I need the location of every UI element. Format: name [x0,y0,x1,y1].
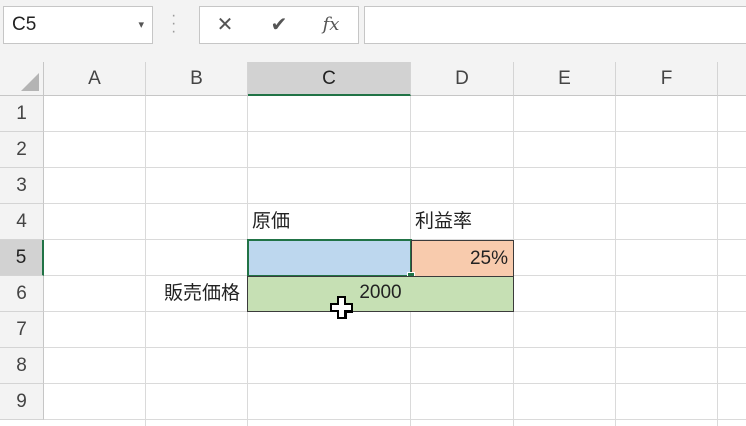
cell-d4[interactable]: 利益率 [413,204,513,240]
row-header-1[interactable]: 1 [0,96,44,132]
column-header-b[interactable]: B [146,62,248,96]
row-header-2[interactable]: 2 [0,132,44,168]
cell-d5[interactable]: 25% [411,240,514,277]
row-header-5[interactable]: 5 [0,240,44,276]
column-header-c[interactable]: C [248,62,411,96]
grid-line [44,347,746,348]
column-header-g[interactable] [718,62,746,96]
column-header-e[interactable]: E [514,62,616,96]
cell-c6-d6-merged[interactable]: 2000 [247,276,514,312]
grid-line [44,167,746,168]
row-header-6[interactable]: 6 [0,276,44,312]
formula-bar-area: C5 ▾ · · · ✕ ✔ fx [0,0,746,62]
grid-line [44,383,746,384]
grid-line [717,96,718,426]
plus-cursor-icon [330,296,353,319]
name-box[interactable]: C5 ▾ [3,6,153,44]
column-header-d[interactable]: D [411,62,514,96]
insert-function-icon[interactable]: fx [316,7,346,43]
select-all-icon[interactable] [0,62,44,96]
grid-line [145,96,146,426]
formula-buttons: ✕ ✔ fx [199,6,359,44]
column-header-a[interactable]: A [44,62,146,96]
row-header-8[interactable]: 8 [0,348,44,384]
cancel-icon[interactable]: ✕ [210,7,240,43]
formula-input[interactable] [364,6,746,44]
column-header-f[interactable]: F [616,62,718,96]
grid-line [615,96,616,426]
cell-b6[interactable]: 販売価格 [146,276,247,312]
more-options-icon[interactable]: · · · [171,8,176,40]
dropdown-arrow-icon[interactable]: ▾ [138,7,144,43]
row-header-3[interactable]: 3 [0,168,44,204]
row-header-4[interactable]: 4 [0,204,44,240]
row-header-7[interactable]: 7 [0,312,44,348]
grid-line [44,131,746,132]
check-icon[interactable]: ✔ [264,7,294,43]
name-box-value: C5 [12,14,37,35]
row-header-9[interactable]: 9 [0,384,44,420]
cell-c4[interactable]: 原価 [250,204,410,240]
cell-c5[interactable] [247,239,412,277]
grid-line [44,419,746,420]
